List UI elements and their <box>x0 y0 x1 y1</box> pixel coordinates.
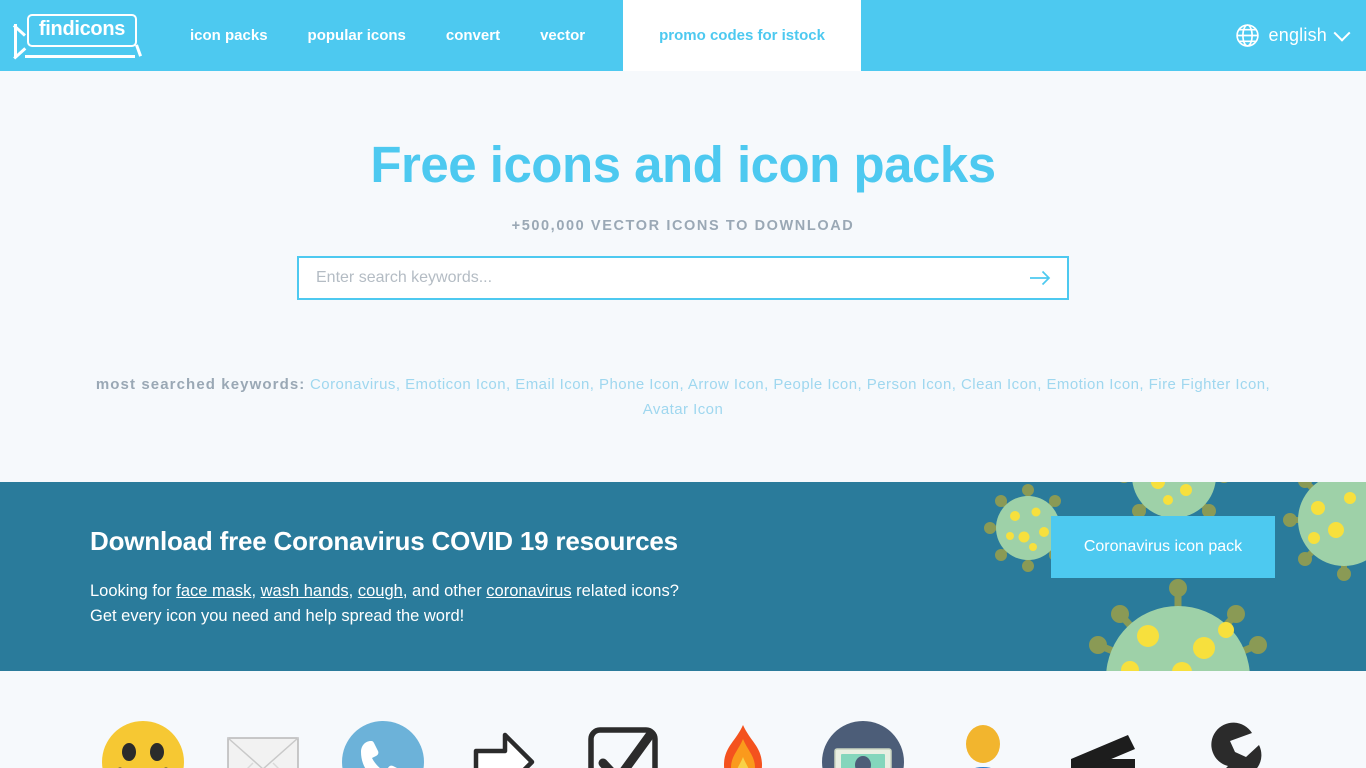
banner-text-prefix: Looking for <box>90 582 177 600</box>
clapperboard-icon <box>1060 719 1146 768</box>
search-input[interactable] <box>297 256 1069 300</box>
icon-tile-envelope[interactable] <box>203 719 323 768</box>
logo-edge-left <box>14 23 17 57</box>
hero-subtitle: +500,000 VECTOR ICONS TO DOWNLOAD <box>511 218 855 234</box>
keyword-link[interactable]: Avatar Icon <box>643 401 724 418</box>
nav-item-convert[interactable]: convert <box>426 0 520 71</box>
keyword-link[interactable]: Email Icon <box>515 376 590 393</box>
banner-description: Looking for face mask, wash hands, cough… <box>90 582 679 625</box>
icon-tile-person[interactable] <box>923 719 1043 768</box>
person-icon <box>940 719 1026 768</box>
coronavirus-icon-pack-button[interactable]: Coronavirus icon pack <box>1051 516 1275 578</box>
page-title: Free icons and icon packs <box>370 136 996 193</box>
keyword-link[interactable]: People Icon <box>773 376 857 393</box>
link-wash-hands[interactable]: wash hands <box>261 582 349 600</box>
banner-text-suffix: related icons? <box>571 582 679 600</box>
icon-tile-clapperboard[interactable] <box>1043 719 1163 768</box>
smiley-icon <box>100 719 186 768</box>
main-nav: icon packs popular icons convert vector … <box>170 0 861 71</box>
keyword-link[interactable]: Fire Fighter Icon <box>1149 376 1266 393</box>
icon-tile-money[interactable] <box>803 719 923 768</box>
search-bar <box>297 256 1069 300</box>
featured-icon-strip <box>0 671 1366 768</box>
logo-text: findicons <box>38 17 126 40</box>
fire-icon <box>700 719 786 768</box>
link-face-mask[interactable]: face mask <box>176 582 251 600</box>
search-submit-button[interactable] <box>1023 256 1057 300</box>
icon-tile-wrench[interactable] <box>1163 719 1283 768</box>
nav-item-icon-packs[interactable]: icon packs <box>170 0 288 71</box>
icon-tile-fire[interactable] <box>683 719 803 768</box>
money-icon <box>820 719 906 768</box>
hero-section: Free icons and icon packs +500,000 VECTO… <box>0 71 1366 300</box>
language-selector[interactable]: english <box>1235 0 1351 71</box>
arrow-icon <box>460 719 546 768</box>
icon-tile-phone[interactable] <box>323 719 443 768</box>
language-label: english <box>1268 25 1327 45</box>
logo-base <box>25 55 135 58</box>
icon-tile-checkbox[interactable] <box>563 719 683 768</box>
wrench-icon <box>1180 719 1266 768</box>
site-header: findicons icon packs popular icons conve… <box>0 0 1366 71</box>
checkbox-icon <box>580 719 666 768</box>
banner-text-mid: , and other <box>402 582 487 600</box>
envelope-icon <box>220 719 306 768</box>
phone-icon <box>340 719 426 768</box>
site-logo[interactable]: findicons <box>13 13 142 59</box>
nav-item-promo-codes-for-istock[interactable]: promo codes for istock <box>623 0 861 71</box>
keywords-label: most searched keywords: <box>95 376 306 393</box>
nav-item-popular-icons[interactable]: popular icons <box>288 0 426 71</box>
nav-item-vector[interactable]: vector <box>520 0 605 71</box>
banner-line-two: Get every icon you need and help spread … <box>90 607 465 625</box>
keyword-link[interactable]: Person Icon <box>867 376 952 393</box>
icon-tile-smiley[interactable] <box>83 719 203 768</box>
keyword-link[interactable]: Phone Icon <box>599 376 679 393</box>
globe-icon <box>1235 23 1260 48</box>
link-cough[interactable]: cough <box>358 582 403 600</box>
link-coronavirus[interactable]: coronavirus <box>486 582 571 600</box>
keyword-link[interactable]: Emoticon Icon <box>405 376 506 393</box>
icon-tile-arrow[interactable] <box>443 719 563 768</box>
keyword-link[interactable]: Arrow Icon <box>688 376 764 393</box>
keyword-link[interactable]: Coronavirus <box>310 376 396 393</box>
most-searched-keywords: most searched keywords: Coronavirus, Emo… <box>95 376 1271 418</box>
arrow-right-icon <box>1029 269 1051 287</box>
chevron-down-icon <box>1333 24 1351 42</box>
keyword-link[interactable]: Emotion Icon <box>1046 376 1139 393</box>
keyword-link[interactable]: Clean Icon <box>961 376 1037 393</box>
